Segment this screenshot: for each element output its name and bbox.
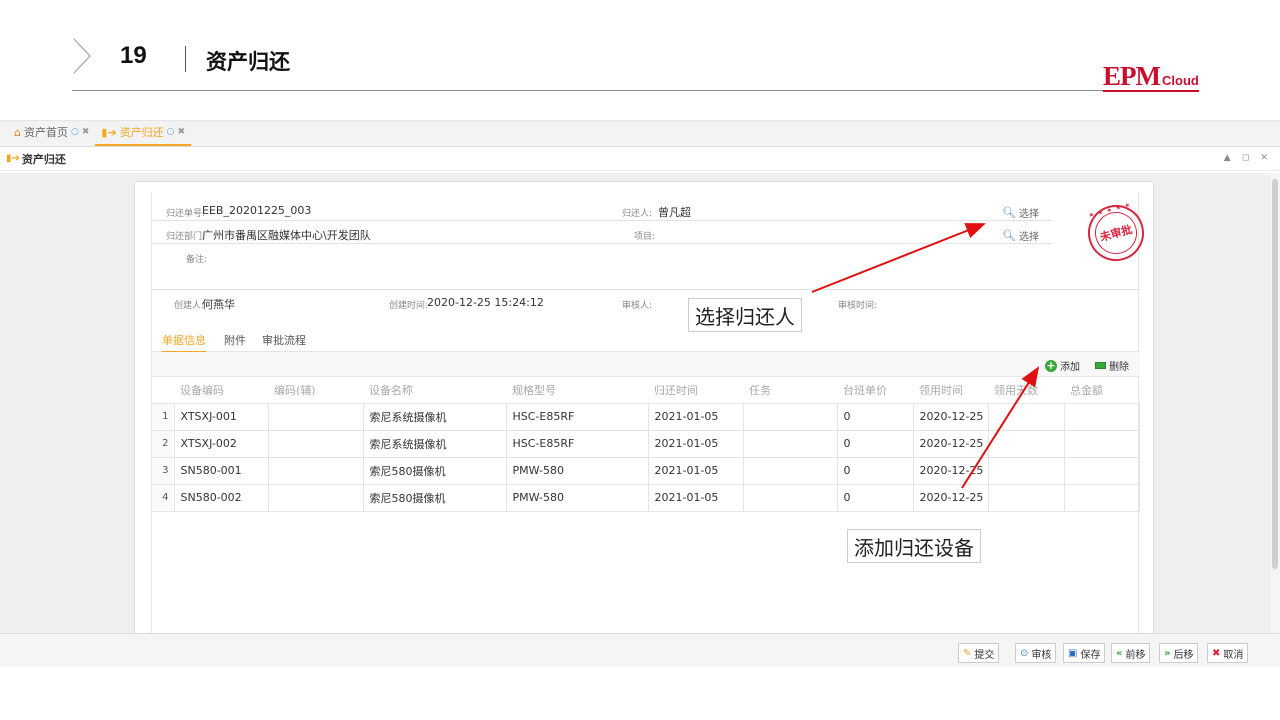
annotation-arrows <box>811 223 1040 489</box>
arrow-to-add-button <box>961 366 1040 489</box>
annotation-select-returner: 选择归还人 <box>688 298 802 332</box>
annotation-add-device: 添加归还设备 <box>847 529 981 563</box>
arrow-to-select-button <box>811 223 986 293</box>
